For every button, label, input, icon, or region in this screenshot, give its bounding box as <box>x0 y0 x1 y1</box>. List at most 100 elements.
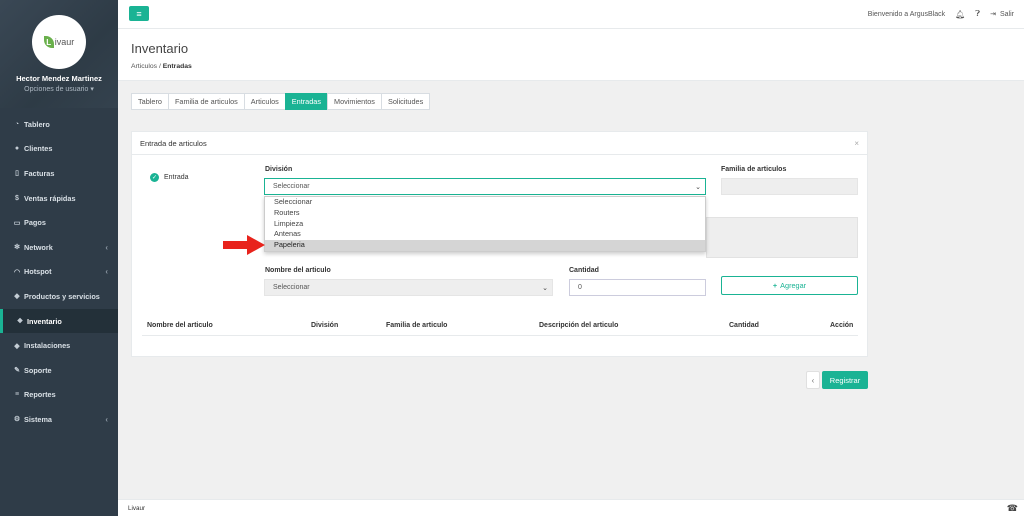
sidebar-item-clientes[interactable]: ● Clientes <box>0 137 118 162</box>
th-cantidad: Cantidad <box>729 322 759 329</box>
cantidad-value: 0 <box>578 284 582 291</box>
chevron-down-icon: ⌄ <box>542 284 548 292</box>
support-icon[interactable]: ☎ <box>1007 503 1018 514</box>
logout-label: Salir <box>999 10 1014 18</box>
wrench-icon: ✎ <box>14 367 20 375</box>
familia-label: Familia de articulos <box>721 166 787 173</box>
avatar[interactable]: L ivaur <box>32 15 86 69</box>
logout-link[interactable]: ⇥ Salir <box>990 10 1014 19</box>
register-button[interactable]: Registrar <box>822 371 868 389</box>
tab-movimientos[interactable]: Movimientos <box>327 93 382 110</box>
sidebar-item-reportes[interactable]: ≡ Reportes <box>0 383 118 408</box>
tab-articulos[interactable]: Articulos <box>243 93 286 110</box>
back-button[interactable]: ‹ <box>806 371 820 389</box>
money-icon: ▭ <box>13 219 21 227</box>
welcome-text: Bienvenido a ArgusBlack <box>867 10 946 18</box>
division-select-value: Seleccionar <box>273 183 310 190</box>
user-name: Hector Mendez Martinez <box>16 74 102 83</box>
division-select[interactable]: Seleccionar ⌄ <box>264 178 706 195</box>
footer-text: Livaur <box>128 505 146 512</box>
nombre-select[interactable]: Seleccionar ⌄ <box>264 279 553 296</box>
users-icon: ● <box>14 145 20 153</box>
sidebar-item-label: Sistema <box>24 414 52 424</box>
sidebar-item-label: Reportes <box>24 390 56 400</box>
dollar-icon: $ <box>15 194 19 202</box>
check-circle-icon: ✓ <box>150 173 159 182</box>
chevron-left-icon: ‹ <box>105 267 108 277</box>
bell-icon[interactable]: 🔔︎ <box>955 10 965 19</box>
sign-out-icon: ⇥ <box>990 11 996 18</box>
dropdown-option-limpieza[interactable]: Limpieza <box>265 219 705 230</box>
cubes-icon: ❖ <box>16 318 24 326</box>
sidebar-item-instalaciones[interactable]: ◆ Instalaciones <box>0 333 118 358</box>
sidebar-item-label: Tablero <box>24 119 50 129</box>
sidebar-item-inventario[interactable]: ❖ Inventario <box>0 308 118 334</box>
chevron-left-icon: ‹ <box>105 414 108 424</box>
th-familia: Familia de articulo <box>386 322 448 329</box>
sidebar: L ivaur Hector Mendez Martinez Opciones … <box>0 0 118 516</box>
logo-text: ivaur <box>54 37 75 47</box>
chevron-left-icon: ‹ <box>105 242 108 252</box>
sidebar-item-tablero[interactable]: ◔ Tablero <box>0 112 118 137</box>
dropdown-option-papeleria[interactable]: Papeleria <box>265 240 705 251</box>
tab-tablero[interactable]: Tablero <box>131 93 169 110</box>
sidebar-item-productos[interactable]: ◆ Productos y servicios <box>0 284 118 309</box>
sidebar-item-label: Instalaciones <box>24 341 71 351</box>
sidebar-item-pagos[interactable]: ▭ Pagos <box>0 210 118 235</box>
entrada-label: Entrada <box>164 174 189 181</box>
cantidad-label: Cantidad <box>569 267 599 274</box>
dropdown-option-routers[interactable]: Routers <box>265 208 705 219</box>
hamburger-icon: ≡ <box>136 8 142 19</box>
user-options-label: Opciones de usuario <box>24 86 89 93</box>
dropdown-option-seleccionar[interactable]: Seleccionar <box>265 197 705 208</box>
entrada-radio[interactable]: ✓ Entrada <box>150 173 189 182</box>
cantidad-input[interactable]: 0 <box>569 279 706 296</box>
sidebar-item-label: Ventas rápidas <box>24 193 76 203</box>
caret-down-icon: ▾ <box>90 86 94 93</box>
chevron-down-icon: ⌄ <box>695 183 701 191</box>
division-label: División <box>265 166 293 173</box>
dropdown-option-antenas[interactable]: Antenas <box>265 229 705 240</box>
sidebar-item-sistema[interactable]: ⚙ Sistema ‹ <box>0 407 118 432</box>
file-icon: ▯ <box>15 170 19 178</box>
sidebar-item-network[interactable]: ✻ Network ‹ <box>0 235 118 260</box>
menu-toggle-button[interactable]: ≡ <box>129 6 149 21</box>
sidebar-item-label: Facturas <box>24 168 55 178</box>
profile-section: L ivaur Hector Mendez Martinez Opciones … <box>0 0 118 108</box>
gears-icon: ⚙ <box>13 416 21 424</box>
sidebar-item-label: Network <box>24 242 53 252</box>
help-icon[interactable]: ❓︎ <box>975 9 980 19</box>
sidebar-item-facturas[interactable]: ▯ Facturas <box>0 161 118 186</box>
sidebar-item-label: Soporte <box>24 365 52 375</box>
sidebar-item-soporte[interactable]: ✎ Soporte <box>0 358 118 383</box>
wifi-icon: ◠ <box>13 268 21 276</box>
top-right-area: Bienvenido a ArgusBlack 🔔︎ ❓︎ ⇥ Salir <box>868 9 1014 19</box>
sidebar-item-ventas-rapidas[interactable]: $ Ventas rápidas <box>0 186 118 211</box>
section-tabs: Tablero Familia de articulos Articulos E… <box>131 93 431 110</box>
tab-familia-de-articulos[interactable]: Familia de articulos <box>167 93 245 110</box>
database-icon: ≡ <box>14 391 20 399</box>
panel-title: Entrada de articulos <box>140 139 207 148</box>
tag-icon: ◆ <box>14 342 20 350</box>
close-icon[interactable]: × <box>854 139 859 148</box>
breadcrumb-parent[interactable]: Articulos <box>131 63 157 70</box>
familia-field[interactable] <box>721 178 858 195</box>
add-button[interactable]: + Agregar <box>721 276 858 295</box>
tab-entradas[interactable]: Entradas <box>284 93 328 110</box>
sidebar-item-hotspot[interactable]: ◠ Hotspot ‹ <box>0 260 118 285</box>
top-navbar: ≡ Bienvenido a ArgusBlack 🔔︎ ❓︎ ⇥ Salir <box>118 0 1024 29</box>
add-button-label: Agregar <box>780 281 807 290</box>
description-textarea[interactable] <box>706 217 858 258</box>
tab-solicitudes[interactable]: Solicitudes <box>380 93 431 110</box>
panel-header: Entrada de articulos × <box>132 132 867 155</box>
annotation-arrow-icon <box>223 235 265 255</box>
breadcrumb-current: Entradas <box>162 63 192 70</box>
th-nombre: Nombre del articulo <box>147 322 213 329</box>
brand-logo: L ivaur <box>43 36 75 48</box>
th-descripcion: Descripción del articulo <box>539 322 619 329</box>
user-options-menu[interactable]: Opciones de usuario ▾ <box>0 85 118 93</box>
logo-leaf-icon: L <box>43 36 54 48</box>
page-heading: Inventario Articulos / Entradas <box>118 29 1024 81</box>
sidebar-item-label: Hotspot <box>24 267 52 277</box>
th-accion: Acción <box>830 322 854 329</box>
